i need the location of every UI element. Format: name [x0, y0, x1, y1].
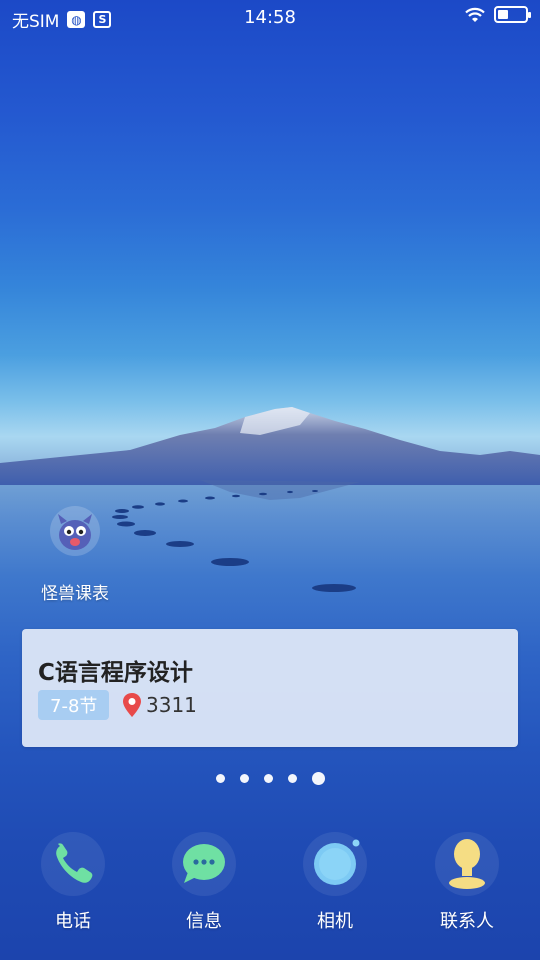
dock-phone[interactable]: 电话 — [18, 828, 128, 933]
period-badge: 7-8节 — [38, 690, 110, 720]
monster-icon — [50, 506, 100, 556]
room-number: 3311 — [146, 693, 197, 717]
camera-icon — [303, 832, 367, 896]
phone-icon — [41, 832, 105, 896]
message-icon — [172, 832, 236, 896]
clock: 14:58 — [244, 7, 296, 28]
dock: 电话 信息 相机 联系人 — [0, 828, 540, 948]
location-pin-icon — [123, 693, 141, 717]
wifi-icon — [465, 7, 485, 22]
page-dot[interactable] — [263, 774, 273, 783]
course-title: C语言程序设计 — [38, 660, 193, 686]
dock-label: 信息 — [186, 911, 222, 932]
widget-label: 怪兽课表 — [41, 584, 109, 604]
dock-messages[interactable]: 信息 — [149, 828, 259, 933]
dock-contacts[interactable]: 联系人 — [412, 828, 522, 933]
page-dot[interactable] — [287, 774, 297, 783]
course-card[interactable]: C语言程序设计 7-8节 3311 — [22, 629, 518, 747]
dock-label: 相机 — [317, 911, 353, 932]
dock-label: 联系人 — [440, 911, 494, 932]
page-dot[interactable] — [239, 774, 249, 783]
page-dot[interactable] — [215, 774, 225, 783]
course-location: 3311 — [122, 692, 197, 718]
dock-label: 电话 — [55, 911, 91, 932]
status-bar: 无SIM ◍ S 14:58 — [0, 0, 540, 36]
dock-camera[interactable]: 相机 — [280, 828, 390, 933]
status-right — [464, 6, 531, 23]
battery-icon — [494, 6, 531, 23]
page-indicator — [0, 772, 540, 785]
app-icon-monster-schedule[interactable]: 怪兽课表 — [30, 505, 120, 604]
contacts-icon — [435, 832, 499, 896]
page-dot-active[interactable] — [311, 772, 325, 785]
